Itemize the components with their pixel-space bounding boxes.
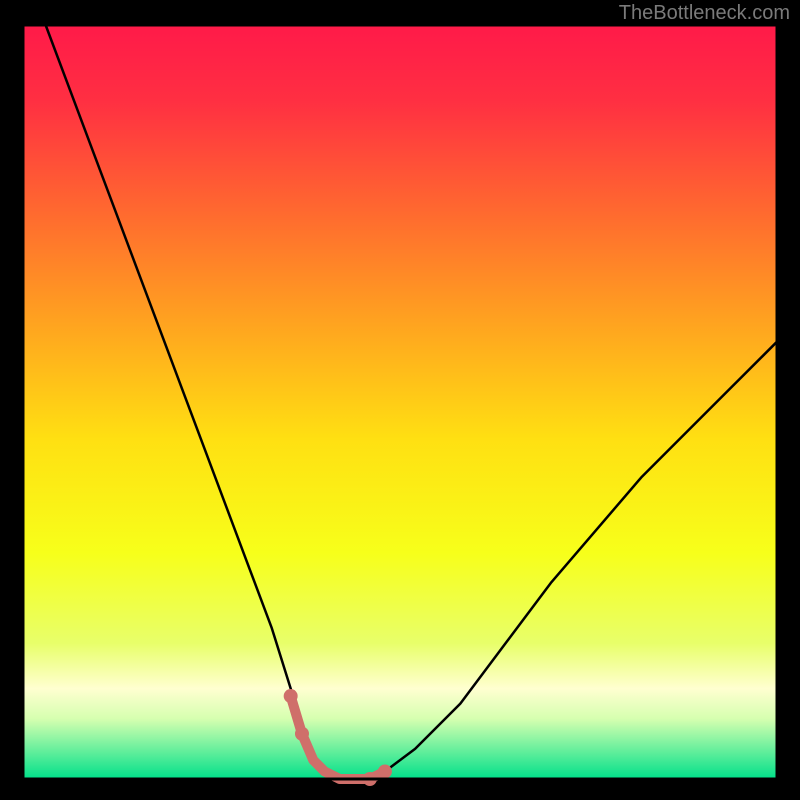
highlight-dot (295, 727, 309, 741)
watermark-text: TheBottleneck.com (619, 2, 790, 25)
bottleneck-chart (0, 0, 800, 800)
plot-background (23, 25, 777, 779)
highlight-dot (284, 689, 298, 703)
highlight-dot (378, 764, 392, 778)
chart-container: TheBottleneck.com (0, 0, 800, 800)
